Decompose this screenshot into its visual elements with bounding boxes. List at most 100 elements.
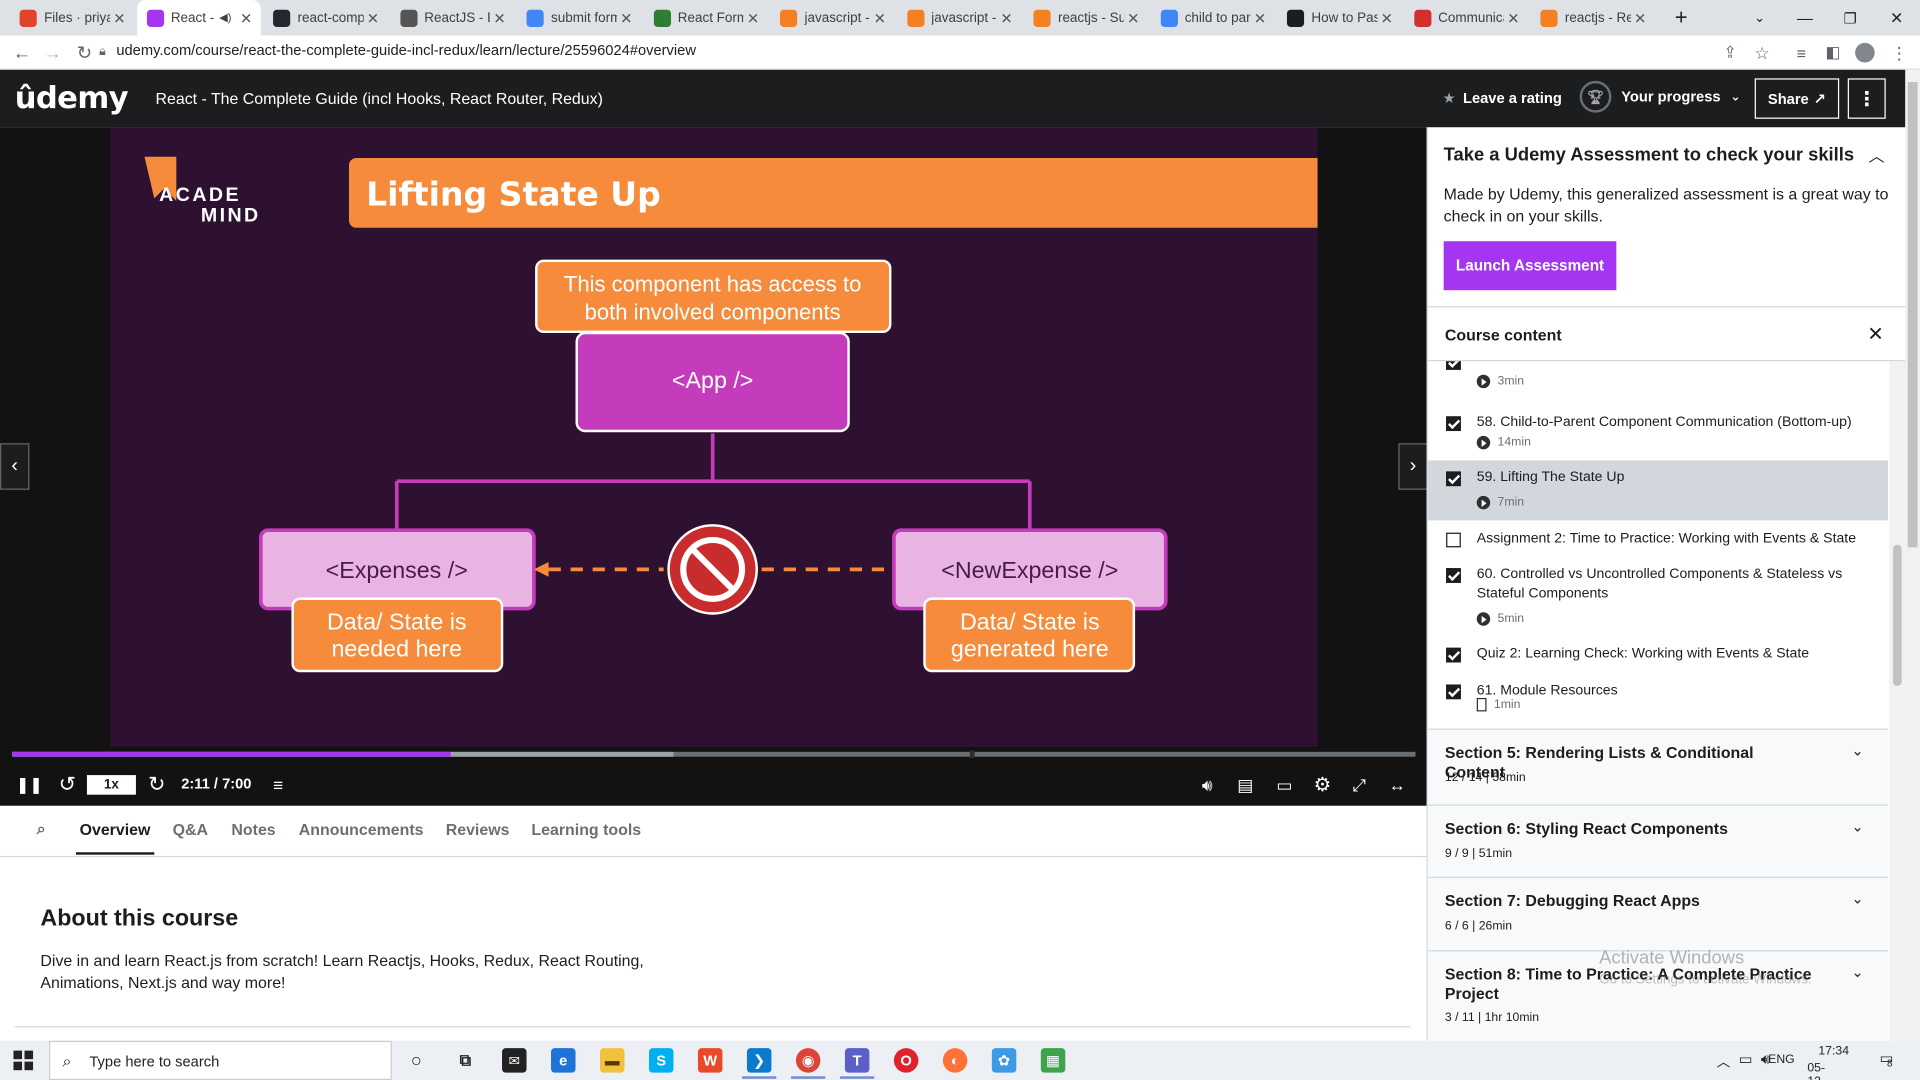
completion-checkbox[interactable] [1446,361,1461,370]
file-explorer-icon[interactable]: ▬ [600,1048,625,1073]
tab-qa[interactable]: Q&A [173,820,208,838]
browser-tab[interactable]: submit form ✕ [517,0,641,36]
next-lecture-button[interactable]: › [1398,443,1428,490]
course-title[interactable]: React - The Complete Guide (incl Hooks, … [156,89,603,107]
completion-checkbox[interactable] [1446,647,1461,663]
vscode-icon[interactable]: ❯ [742,1048,777,1079]
chrome-icon[interactable]: ◉ [791,1048,826,1079]
tab-search-icon[interactable]: ⌄ [1736,0,1783,36]
close-tab-icon[interactable]: ✕ [236,9,256,26]
page-scrollbar[interactable] [1905,69,1920,1041]
chevron-down-icon[interactable]: ⌄ [1851,742,1863,759]
lecture-item[interactable]: 60. Controlled vs Uncontrolled Component… [1428,557,1888,637]
browser-tab[interactable]: React - ◀) ✕ [136,0,261,36]
edge-icon[interactable]: e [551,1048,576,1073]
browser-tab[interactable]: react-comp ✕ [263,0,387,36]
completion-checkbox[interactable] [1446,471,1461,487]
volume-icon[interactable]: 🔊︎ [1194,771,1221,798]
close-tab-icon[interactable]: ✕ [363,9,383,26]
transcript-icon[interactable]: ▤ [1232,771,1259,798]
teams-icon[interactable]: T [840,1048,875,1079]
video-player[interactable]: ACADE MIND Lifting State Up This compone… [0,127,1428,806]
tab-notes[interactable]: Notes [231,820,275,838]
pause-icon[interactable]: ❚❚ [16,771,43,798]
wps-office-icon[interactable]: W [697,1048,723,1073]
browser-tab[interactable]: Files · priya ✕ [10,0,134,36]
cortana-icon[interactable]: ○ [404,1048,428,1072]
close-tab-icon[interactable]: ✕ [870,9,890,26]
close-tab-icon[interactable]: ✕ [1250,9,1270,26]
chevron-up-icon[interactable]: ︿ [1869,143,1885,166]
expand-view-icon[interactable]: ↔ [1384,771,1411,798]
reload-button[interactable]: ↻ [72,40,96,64]
completion-checkbox[interactable] [1446,568,1461,583]
captions-icon[interactable]: ▭ [1271,771,1298,798]
browser-tab[interactable]: reactjs - Re ✕ [1531,0,1655,36]
lecture-item[interactable]: 61. Module Resources 1min [1428,673,1888,722]
browser-tab[interactable]: ReactJS - Ev✕ [390,0,514,36]
tab-overview[interactable]: Overview [80,820,151,838]
browser-tab[interactable]: Communica ✕ [1404,0,1528,36]
photos-icon[interactable]: ✿ [991,1048,1017,1073]
bookmark-star-icon[interactable]: ☆ [1750,40,1774,64]
network-icon[interactable]: ▭ [1739,1051,1753,1068]
section-row[interactable]: Section 6: Styling React Components 9 / 9… [1427,804,1889,877]
tab-audio-icon[interactable]: ◀) [219,11,231,24]
mail-icon[interactable]: ✉ [502,1048,527,1073]
browser-tab[interactable]: How to Pas ✕ [1277,0,1401,36]
close-tab-icon[interactable]: ✕ [997,9,1017,26]
close-icon[interactable]: ✕ [1867,322,1883,346]
taskbar-search-box[interactable]: ⌕ Type here to search [48,1040,392,1080]
more-options-icon[interactable]: ⋮ [1847,78,1886,119]
close-window-button[interactable]: ✕ [1873,0,1920,36]
lecture-item[interactable]: Assignment 2: Time to Practice: Working … [1428,522,1888,558]
add-note-icon[interactable]: ≡ [264,771,291,798]
sidebar-scrollbar[interactable] [1889,361,1906,1041]
completion-checkbox[interactable] [1446,416,1461,432]
clock-time[interactable]: 17:34 [1818,1044,1849,1057]
browser-tab[interactable]: child to par ✕ [1150,0,1274,36]
udemy-logo[interactable]: ûdemy [15,80,129,116]
tray-chevron-icon[interactable]: ︿ [1717,1052,1730,1072]
side-panel-icon[interactable]: ◧ [1821,40,1845,64]
tab-announcements[interactable]: Announcements [299,820,424,838]
back-button[interactable]: ← [10,40,34,64]
close-tab-icon[interactable]: ✕ [1630,9,1650,26]
close-tab-icon[interactable]: ✕ [743,9,763,26]
firefox-icon[interactable]: ◐ [942,1048,968,1073]
skype-icon[interactable]: S [648,1048,674,1073]
close-tab-icon[interactable]: ✕ [617,9,637,26]
lecture-item[interactable]: 3min [1428,361,1888,399]
search-icon[interactable]: ⌕ [37,819,46,839]
playback-speed-button[interactable]: 1x [86,775,136,795]
browser-menu-icon[interactable]: ⋮ [1887,40,1911,64]
seek-bar[interactable] [12,750,1416,758]
browser-tab[interactable]: javascript - ✕ [897,0,1021,36]
opera-icon[interactable]: O [893,1048,919,1073]
restore-button[interactable]: ❐ [1827,0,1874,36]
task-view-icon[interactable]: ⧉ [453,1048,477,1072]
settings-gear-icon[interactable]: ⚙ [1309,771,1336,798]
browser-tab[interactable]: reactjs - Sul ✕ [1024,0,1148,36]
close-tab-icon[interactable]: ✕ [490,9,510,26]
url-field[interactable]: udemy.com/course/react-the-complete-guid… [116,42,696,59]
previous-lecture-button[interactable]: ‹ [0,443,30,490]
fullscreen-icon[interactable]: ⤢ [1346,771,1373,798]
close-tab-icon[interactable]: ✕ [1123,9,1143,26]
share-button[interactable]: Share ↗ [1754,78,1840,119]
forward-icon[interactable]: ↻ [143,771,170,798]
close-tab-icon[interactable]: ✕ [1504,9,1524,26]
spreadsheet-icon[interactable]: ▦ [1040,1048,1066,1073]
clock-date[interactable]: 05-12-2022 [1807,1062,1834,1080]
lecture-item[interactable]: Quiz 2: Learning Check: Working with Eve… [1428,637,1888,673]
share-page-icon[interactable]: ⇪ [1718,40,1742,64]
profile-avatar[interactable] [1853,40,1877,64]
chevron-down-icon[interactable]: ⌄ [1851,890,1863,907]
lecture-item[interactable]: 59. Lifting The State Up 7min [1427,460,1889,521]
windows-start-icon[interactable] [13,1050,34,1071]
close-tab-icon[interactable]: ✕ [110,9,130,26]
tab-reviews[interactable]: Reviews [446,820,510,838]
launch-assessment-button[interactable]: Launch Assessment [1443,241,1617,291]
your-progress-button[interactable]: 🏆︎ Your progress ⌄ [1579,80,1741,113]
section-row[interactable]: Section 7: Debugging React Apps 6 / 6 | 2… [1427,876,1889,951]
